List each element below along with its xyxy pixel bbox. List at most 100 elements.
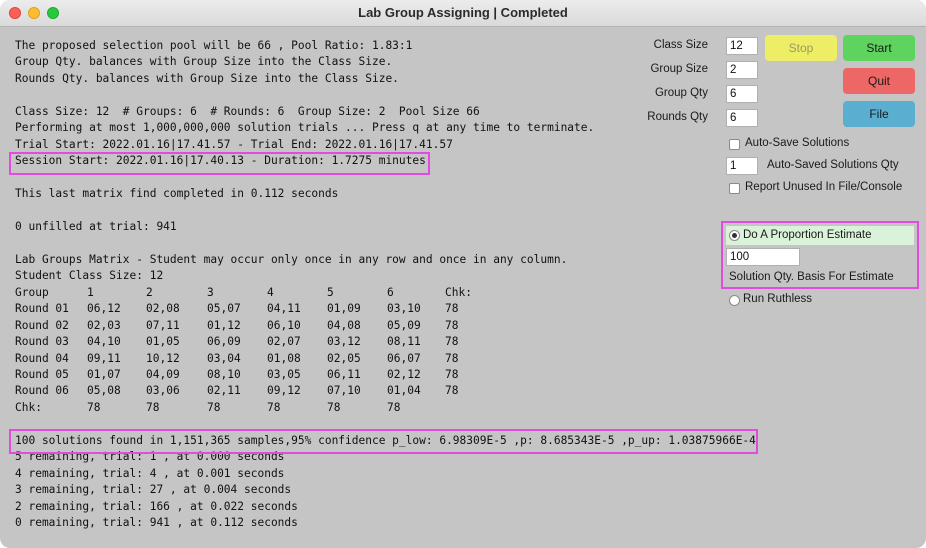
matrix-row-cell: 04,10 bbox=[87, 335, 121, 349]
matrix-footer-cell: Chk: bbox=[15, 400, 42, 414]
console-line: 3 remaining, trial: 27 , at 0.004 second… bbox=[15, 483, 292, 497]
matrix-row-cell: 78 bbox=[445, 351, 459, 365]
proportion-estimate-label: Do A Proportion Estimate bbox=[743, 229, 872, 241]
matrix-footer-cell: 78 bbox=[327, 400, 341, 414]
matrix-row-cell: Round 02 bbox=[15, 318, 69, 332]
console-line: 0 unfilled at trial: 941 bbox=[15, 219, 177, 233]
console-line: 2 remaining, trial: 166 , at 0.022 secon… bbox=[15, 499, 298, 513]
matrix-row-cell: 08,11 bbox=[387, 335, 421, 349]
group-qty-field[interactable]: 6 bbox=[726, 85, 758, 103]
matrix-footer-cell: 78 bbox=[387, 400, 401, 414]
matrix-row-cell: 02,03 bbox=[87, 318, 121, 332]
matrix-row-cell: 01,12 bbox=[207, 318, 241, 332]
matrix-row-cell: 01,05 bbox=[146, 335, 180, 349]
matrix-header-cell: 1 bbox=[87, 285, 94, 299]
matrix-row-cell: 02,11 bbox=[207, 384, 241, 398]
matrix-footer-cell: 78 bbox=[207, 400, 221, 414]
class-size-label: Class Size bbox=[653, 39, 708, 51]
matrix-row-cell: 02,07 bbox=[267, 335, 301, 349]
stop-button[interactable]: Stop bbox=[765, 35, 837, 61]
console-line: Trial Start: 2022.01.16|17.41.57 - Trial… bbox=[15, 137, 453, 151]
console-line: The proposed selection pool will be 66 ,… bbox=[15, 39, 413, 52]
auto-save-label: Auto-Save Solutions bbox=[745, 137, 850, 149]
matrix-row-cell: 06,09 bbox=[207, 335, 241, 349]
matrix-row-cell: 06,10 bbox=[267, 318, 301, 332]
matrix-row-cell: 05,07 bbox=[207, 302, 241, 316]
session-start-highlight bbox=[9, 152, 430, 175]
matrix-row-cell: 10,12 bbox=[146, 351, 180, 365]
run-ruthless-label: Run Ruthless bbox=[743, 293, 813, 305]
matrix-row-cell: 01,08 bbox=[267, 351, 301, 365]
matrix-row-cell: Round 05 bbox=[15, 368, 69, 381]
matrix-row-cell: 04,08 bbox=[327, 318, 361, 332]
matrix-row-cell: 09,12 bbox=[267, 384, 301, 398]
matrix-row-cell: 03,04 bbox=[207, 351, 241, 365]
console-line: 0 remaining, trial: 941 , at 0.112 secon… bbox=[15, 516, 298, 530]
matrix-row-cell: 02,08 bbox=[146, 302, 180, 316]
report-unused-checkbox[interactable] bbox=[729, 183, 740, 194]
matrix-row-cell: 06,11 bbox=[327, 368, 361, 381]
matrix-row-cell: 03,10 bbox=[387, 302, 421, 316]
matrix-row-cell: Round 06 bbox=[15, 384, 69, 398]
matrix-row-cell: 01,09 bbox=[327, 302, 361, 316]
title-bar: Lab Group Assigning | Completed bbox=[0, 0, 926, 27]
group-qty-label: Group Qty bbox=[654, 87, 708, 99]
matrix-footer-cell: 78 bbox=[146, 400, 160, 414]
matrix-row-cell: 78 bbox=[445, 384, 459, 398]
matrix-row-cell: 08,10 bbox=[207, 368, 241, 381]
rounds-qty-label: Rounds Qty bbox=[647, 111, 708, 123]
group-size-field[interactable]: 2 bbox=[726, 61, 758, 79]
matrix-header-cell: Chk: bbox=[445, 285, 472, 299]
matrix-header-cell: 4 bbox=[267, 285, 274, 299]
matrix-row-cell: 03,12 bbox=[327, 335, 361, 349]
quit-button[interactable]: Quit bbox=[843, 68, 915, 94]
auto-saved-qty-label: Auto-Saved Solutions Qty bbox=[767, 159, 899, 171]
matrix-header-cell: 2 bbox=[146, 285, 153, 299]
matrix-row-cell: 04,11 bbox=[267, 302, 301, 316]
group-size-label: Group Size bbox=[650, 63, 708, 75]
matrix-footer-cell: 78 bbox=[87, 400, 101, 414]
auto-save-checkbox[interactable] bbox=[729, 139, 740, 150]
console-line: This last matrix find completed in 0.112… bbox=[15, 187, 339, 201]
console-line: Group Qty. balances with Group Size into… bbox=[15, 55, 393, 69]
matrix-row-cell: Round 03 bbox=[15, 335, 69, 349]
proportion-basis-label: Solution Qty. Basis For Estimate bbox=[729, 271, 894, 283]
rounds-qty-field[interactable]: 6 bbox=[726, 109, 758, 127]
matrix-row-cell: Round 04 bbox=[15, 351, 69, 365]
console-line: Student Class Size: 12 bbox=[15, 269, 164, 283]
start-button[interactable]: Start bbox=[843, 35, 915, 61]
matrix-header-cell: Group bbox=[15, 285, 49, 299]
console-line: Class Size: 12 # Groups: 6 # Rounds: 6 G… bbox=[15, 104, 480, 118]
file-button[interactable]: File bbox=[843, 101, 915, 127]
console-line: Lab Groups Matrix - Student may occur on… bbox=[15, 252, 568, 266]
matrix-row-cell: 09,11 bbox=[87, 351, 121, 365]
matrix-row-cell: 07,10 bbox=[327, 384, 361, 398]
matrix-row-cell: 03,06 bbox=[146, 384, 180, 398]
matrix-row-cell: 78 bbox=[445, 318, 459, 332]
auto-saved-qty-field[interactable]: 1 bbox=[726, 157, 758, 175]
proportion-qty-field[interactable]: 100 bbox=[726, 248, 800, 266]
app-window: Lab Group Assigning | Completed The prop… bbox=[0, 0, 926, 548]
matrix-row-cell: 01,07 bbox=[87, 368, 121, 381]
matrix-row-cell: 06,07 bbox=[387, 351, 421, 365]
console-line: Rounds Qty. balances with Group Size int… bbox=[15, 71, 399, 85]
console-line: Performing at most 1,000,000,000 solutio… bbox=[15, 121, 595, 135]
report-unused-label: Report Unused In File/Console bbox=[745, 181, 903, 193]
matrix-row-cell: 01,04 bbox=[387, 384, 421, 398]
matrix-row-cell: Round 01 bbox=[15, 302, 69, 316]
matrix-header-cell: 5 bbox=[327, 285, 334, 299]
matrix-header-cell: 6 bbox=[387, 285, 394, 299]
matrix-row-cell: 78 bbox=[445, 368, 459, 381]
run-ruthless-radio[interactable] bbox=[729, 295, 740, 306]
class-size-field[interactable]: 12 bbox=[726, 37, 758, 55]
matrix-row-cell: 07,11 bbox=[146, 318, 180, 332]
proportion-estimate-radio[interactable] bbox=[729, 230, 740, 241]
solutions-found-highlight bbox=[9, 429, 758, 454]
matrix-row-cell: 05,09 bbox=[387, 318, 421, 332]
matrix-row-cell: 06,12 bbox=[87, 302, 121, 316]
matrix-row-cell: 05,08 bbox=[87, 384, 121, 398]
matrix-row-cell: 04,09 bbox=[146, 368, 180, 381]
matrix-row-cell: 78 bbox=[445, 335, 459, 349]
window-title: Lab Group Assigning | Completed bbox=[358, 5, 568, 20]
matrix-row-cell: 02,05 bbox=[327, 351, 361, 365]
